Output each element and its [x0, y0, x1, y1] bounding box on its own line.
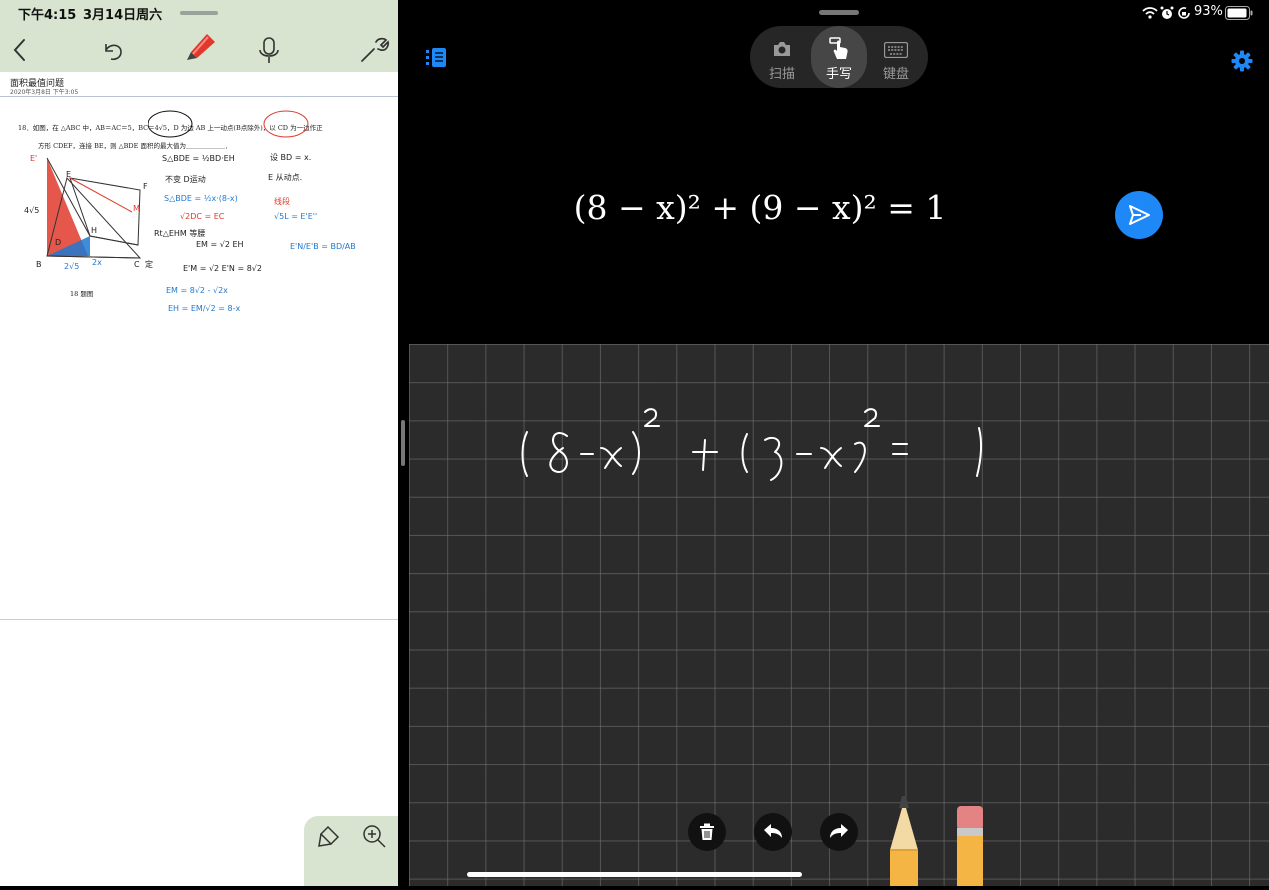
notes-pane: 下午4:15 3月14日周六 面积最值问题 2020年3月8日 下午3:05 1… — [0, 0, 398, 886]
status-date: 3月14日周六 — [83, 8, 163, 23]
marker-icon[interactable] — [181, 30, 219, 66]
undo-stroke-button[interactable] — [754, 813, 792, 851]
chevron-left-icon[interactable] — [4, 34, 38, 66]
battery-percent: 93% — [1194, 4, 1223, 19]
multitask-handle-right[interactable] — [819, 10, 859, 15]
document-date: 2020年3月8日 下午3:05 — [10, 89, 79, 96]
mode-keyboard[interactable]: 键盘 — [868, 26, 924, 88]
handwritten-strokes — [521, 408, 983, 481]
figure-label-d: D — [55, 238, 62, 247]
status-time: 下午4:15 — [18, 8, 77, 23]
recognized-equation: (8 − x)² + (9 − x)² = 1 — [573, 188, 947, 227]
input-mode-selector: 扫描 手写 键盘 — [750, 26, 928, 88]
zoom-in-icon[interactable] — [360, 822, 388, 850]
note-13: EM = 8√2 - √2x — [166, 286, 228, 295]
keyboard-icon — [883, 41, 909, 59]
note-3: 不变 D运动 — [165, 175, 206, 184]
clear-button[interactable] — [688, 813, 726, 851]
note-12: E'M = √2 E'N = 8√2 — [183, 264, 262, 273]
figure-label-f: F — [143, 182, 148, 191]
figure-label-b: B — [36, 260, 42, 269]
note-5: S△BDE = ½x·(8-x) — [164, 194, 238, 203]
send-icon — [1127, 203, 1151, 227]
figure-label-ding: 定 — [145, 260, 153, 269]
annotation-circles — [148, 110, 309, 138]
figure-label-side: 4√5 — [24, 206, 40, 215]
handwriting-canvas[interactable] — [409, 344, 1269, 886]
mode-keyboard-label: 键盘 — [882, 67, 909, 82]
notes-toolbar: 下午4:15 3月14日周六 — [0, 0, 398, 72]
gear-icon[interactable] — [1231, 50, 1253, 72]
bottom-toolbar — [304, 816, 398, 886]
wifi-icon — [1142, 5, 1158, 19]
send-button[interactable] — [1115, 191, 1163, 239]
note-7: 线段 — [274, 197, 290, 206]
figure-label-e-prime: E' — [30, 154, 38, 163]
note-10: √5L = E'E'' — [274, 212, 318, 221]
wrench-icon[interactable] — [356, 34, 390, 66]
figure-label-c: C — [134, 260, 140, 269]
undo-icon[interactable] — [96, 34, 130, 66]
note-8: Rt△EHM 等腰 — [154, 229, 206, 238]
page-break — [0, 619, 398, 620]
figure-label-bottom-left: 2√5 — [64, 262, 80, 271]
rotation-lock-icon — [1177, 5, 1191, 19]
battery-icon — [1225, 5, 1253, 20]
note-4: E 从动点. — [268, 173, 303, 182]
note-6: √2DC = EC — [180, 212, 225, 221]
mode-scan[interactable]: 扫描 — [754, 26, 810, 88]
figure-label-bottom-right: 2x — [92, 258, 102, 267]
multitask-handle[interactable] — [180, 11, 218, 15]
figure-caption: 18 题图 — [70, 290, 94, 298]
home-indicator[interactable] — [467, 872, 802, 877]
mode-handwrite-label: 手写 — [825, 67, 852, 82]
figure-label-e: E — [66, 170, 72, 179]
note-11: E'N/E'B = BD/AB — [290, 242, 356, 251]
lasso-icon[interactable] — [316, 822, 344, 850]
note-1: S△BDE = ½BD·EH — [162, 154, 235, 163]
redo-stroke-button[interactable] — [820, 813, 858, 851]
figure-label-m: M — [133, 204, 140, 213]
note-14: EH = EM/√2 = 8-x — [168, 304, 241, 313]
split-handle[interactable] — [401, 420, 405, 466]
list-icon[interactable] — [425, 47, 447, 69]
pencil-icon[interactable] — [889, 794, 919, 886]
undo-icon — [763, 824, 783, 840]
mode-handwrite[interactable]: 手写 — [811, 26, 867, 88]
mode-scan-label: 扫描 — [768, 67, 795, 82]
divider — [0, 96, 398, 97]
hand-pointer-icon — [828, 36, 850, 60]
camera-icon — [772, 40, 792, 58]
microphone-icon[interactable] — [252, 34, 286, 66]
redo-icon — [829, 824, 849, 840]
note-2: 设 BD = x. — [270, 153, 312, 162]
note-9: EM = √2 EH — [196, 240, 244, 249]
trash-icon — [699, 823, 715, 841]
alarm-icon — [1160, 5, 1174, 19]
figure-label-h: H — [91, 226, 98, 235]
eraser-icon[interactable] — [955, 806, 985, 886]
